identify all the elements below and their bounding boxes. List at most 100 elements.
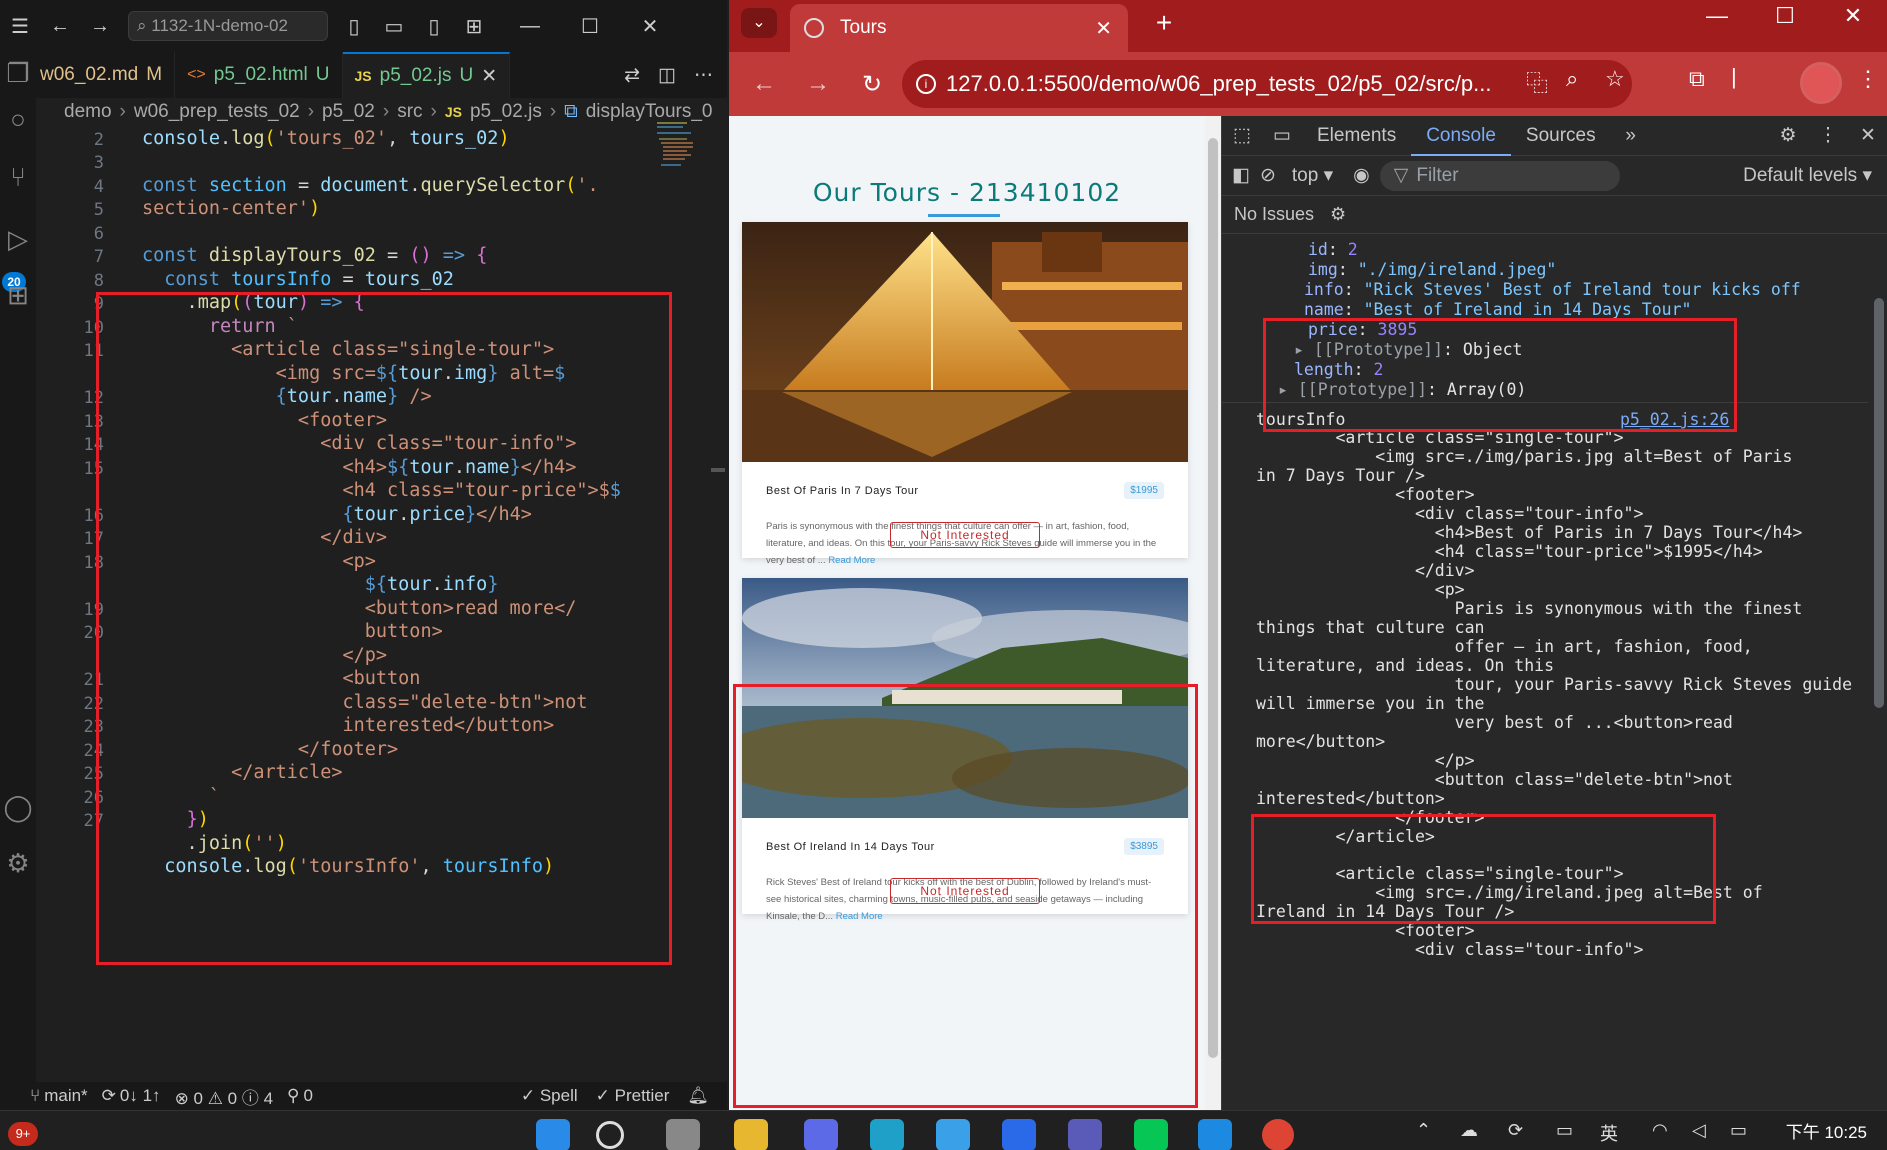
edge-icon[interactable]: [870, 1119, 904, 1150]
status-sync[interactable]: 0↓ 1↑: [120, 1086, 161, 1106]
close-tab-icon[interactable]: ✕: [1095, 16, 1112, 41]
forward-arrow-icon[interactable]: →: [80, 15, 120, 38]
vscode-taskbar-icon[interactable]: [1198, 1119, 1232, 1150]
chrome-taskbar-icon[interactable]: [1262, 1119, 1294, 1150]
clear-console-icon[interactable]: ⊘: [1260, 164, 1276, 187]
taskbar-clock[interactable]: 下午 10:25: [1786, 1118, 1867, 1143]
status-spell[interactable]: ✓ Spell: [521, 1086, 578, 1106]
close-tab-icon[interactable]: ✕: [481, 65, 497, 88]
status-problems[interactable]: ⊗ 0 ⚠ 0 ⓘ 4: [175, 1084, 273, 1109]
back-arrow-icon[interactable]: ←: [737, 70, 791, 98]
notifications-bell-icon[interactable]: 🔔︎: [687, 1086, 709, 1106]
site-info-icon[interactable]: i: [916, 74, 936, 94]
forward-arrow-icon[interactable]: →: [791, 70, 845, 98]
editor-scrollbar[interactable]: [711, 468, 725, 472]
device-toolbar-icon[interactable]: ▭: [1262, 124, 1302, 147]
status-branch[interactable]: main*: [44, 1086, 87, 1106]
minimize-icon[interactable]: —: [510, 15, 550, 38]
run-debug-icon[interactable]: ▷: [0, 224, 36, 255]
account-icon[interactable]: ◯: [0, 792, 36, 823]
address-bar[interactable]: i 127.0.0.1:5500/demo/w06_prep_tests_02/…: [902, 60, 1632, 108]
more-tabs-icon[interactable]: »: [1611, 125, 1651, 147]
breadcrumb-item[interactable]: w06_prep_tests_02: [134, 101, 300, 123]
close-devtools-icon[interactable]: ✕: [1848, 124, 1887, 147]
reload-icon[interactable]: ↻: [845, 70, 899, 99]
inspect-element-icon[interactable]: ⬚: [1222, 124, 1262, 147]
live-expression-eye-icon[interactable]: ◉: [1353, 164, 1370, 187]
volume-icon[interactable]: ◁: [1692, 1120, 1706, 1141]
customize-layout-icon[interactable]: ⊞: [454, 14, 494, 39]
maximize-icon[interactable]: ☐: [1751, 0, 1819, 32]
explorer-icon[interactable]: ❐: [0, 58, 36, 89]
settings-gear-icon[interactable]: ⚙: [1768, 124, 1808, 147]
browser-tab-tours[interactable]: Tours ✕: [790, 4, 1128, 52]
close-window-icon[interactable]: ✕: [1819, 0, 1887, 32]
breadcrumb-item[interactable]: p5_02.js: [470, 101, 542, 123]
zoom-icon[interactable]: ⌕: [1566, 66, 1578, 92]
ime-icon[interactable]: 英: [1600, 1120, 1618, 1146]
toggle-sidebar-icon[interactable]: ▯: [334, 14, 374, 39]
console-scrollbar[interactable]: [1870, 234, 1887, 1110]
profile-avatar[interactable]: [1800, 62, 1842, 104]
issues-count[interactable]: No Issues: [1234, 204, 1314, 225]
split-editor-icon[interactable]: ◫: [658, 64, 676, 87]
maximize-icon[interactable]: ☐: [570, 14, 610, 39]
translate-icon[interactable]: ⿻: [1526, 66, 1548, 98]
settings-gear-icon[interactable]: ⚙: [0, 848, 36, 879]
display-icon[interactable]: ▭: [1556, 1120, 1573, 1141]
console-settings-gear-icon[interactable]: ⚙: [1330, 204, 1346, 225]
notification-badge[interactable]: 9+: [8, 1122, 38, 1146]
wifi-icon[interactable]: ◠: [1652, 1120, 1668, 1141]
not-interested-button[interactable]: Not Interested: [890, 522, 1040, 548]
toggle-secondary-sidebar-icon[interactable]: ▯: [414, 14, 454, 39]
tab-console[interactable]: Console: [1411, 116, 1511, 156]
breadcrumb-item[interactable]: p5_02: [322, 101, 375, 123]
file-explorer-icon[interactable]: [734, 1119, 768, 1150]
page-scrollbar[interactable]: [1205, 116, 1221, 1110]
compare-icon[interactable]: ⇄: [624, 64, 640, 87]
task-view-icon[interactable]: [666, 1119, 700, 1150]
status-ports[interactable]: 0: [303, 1086, 312, 1106]
close-window-icon[interactable]: ✕: [630, 14, 670, 39]
tab-sources[interactable]: Sources: [1511, 116, 1611, 156]
onedrive-icon[interactable]: ☁: [1460, 1120, 1478, 1141]
toggle-panel-icon[interactable]: ▭: [374, 14, 414, 39]
console-scrollbar-thumb[interactable]: [1874, 298, 1884, 708]
menu-icon[interactable]: ☰: [0, 14, 40, 39]
store-icon[interactable]: [936, 1119, 970, 1150]
tab-p5-js[interactable]: JS p5_02.js U ✕: [342, 52, 511, 98]
tray-chevron-icon[interactable]: ⌃: [1416, 1120, 1431, 1141]
teams-icon[interactable]: [1068, 1119, 1102, 1150]
dropbox-icon[interactable]: [1002, 1119, 1036, 1150]
minimap[interactable]: [657, 120, 707, 200]
command-center[interactable]: ⌕ 1132-1N-demo-02: [128, 11, 328, 41]
source-control-icon[interactable]: ⑂: [0, 162, 36, 193]
bookmark-star-icon[interactable]: ☆: [1605, 66, 1625, 92]
context-selector[interactable]: top ▾: [1292, 164, 1333, 187]
console-filter-input[interactable]: ▽ Filter: [1379, 160, 1620, 191]
sidebar-toggle-icon[interactable]: ◧: [1232, 164, 1250, 187]
tab-p5-html[interactable]: <> p5_02.html U: [175, 52, 343, 98]
tab-elements[interactable]: Elements: [1302, 116, 1411, 156]
start-windows-icon[interactable]: [536, 1119, 570, 1150]
breadcrumb-item[interactable]: src: [397, 101, 422, 123]
copilot-icon[interactable]: [804, 1119, 838, 1150]
search-taskbar-icon[interactable]: [596, 1121, 624, 1149]
back-arrow-icon[interactable]: ←: [40, 15, 80, 38]
extensions-puzzle-icon[interactable]: ⧉: [1689, 66, 1705, 92]
more-actions-icon[interactable]: ⋯: [694, 64, 713, 87]
line-icon[interactable]: [1134, 1119, 1168, 1150]
search-activity-icon[interactable]: ○: [0, 104, 36, 135]
tab-w06-md[interactable]: w06_02.md M: [36, 52, 176, 98]
battery-icon[interactable]: ▭: [1730, 1120, 1747, 1141]
tab-search-button[interactable]: ⌄: [741, 8, 777, 38]
status-prettier[interactable]: ✓ Prettier: [596, 1086, 670, 1106]
more-options-icon[interactable]: ⋮: [1808, 124, 1848, 147]
sync-tray-icon[interactable]: ⟳: [1508, 1120, 1523, 1141]
new-tab-button[interactable]: +: [1147, 8, 1181, 42]
breadcrumb-item[interactable]: demo: [64, 101, 112, 123]
page-scrollbar-thumb[interactable]: [1208, 138, 1218, 1058]
read-more-link[interactable]: Read More: [828, 555, 875, 566]
minimize-icon[interactable]: —: [1683, 0, 1751, 32]
chrome-menu-icon[interactable]: ⋮: [1857, 66, 1879, 92]
